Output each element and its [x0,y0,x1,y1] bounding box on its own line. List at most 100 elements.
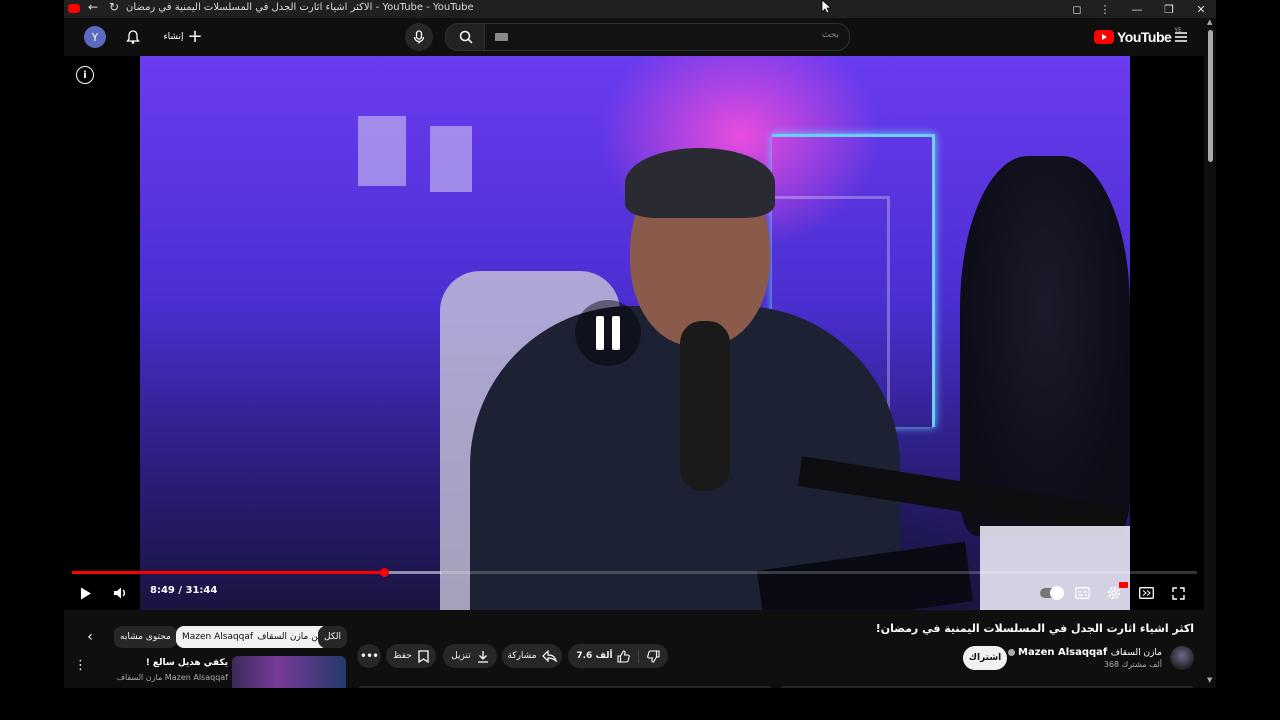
play-icon [81,587,91,599]
more-icon[interactable]: ⋮ [1090,0,1120,18]
create-button[interactable]: إنشاء + [160,26,206,48]
like-button[interactable]: 7.6 ألف [576,649,639,663]
mouse-cursor-icon [821,0,831,14]
progress-bar[interactable] [72,568,1197,577]
chip-similar[interactable]: محتوى مشابه [114,626,177,648]
search-placeholder: بحث [821,30,839,40]
subscribe-label: اشتراك [968,653,1002,663]
download-button[interactable]: تنزيل [443,644,497,668]
chip-from-channel-label-en: Mazen Alsaqqaf [182,632,254,642]
thumbs-down-icon [646,649,660,663]
youtube-logo-icon [1094,30,1114,44]
time-separator: / [174,585,186,596]
recommendation-title: يكفي هديل سالع ! [145,658,228,668]
chip-from-channel-label: من مازن السقاف [257,632,323,642]
video-title: اكثر اشياء اثارت الجدل في المسلسلات اليم… [875,622,1194,635]
youtube-app: Y إنشاء + بحث YouTube YE i 8:49 / 31:44 … [64,18,1216,688]
video-player[interactable]: i 8:49 / 31:44 [64,56,1206,610]
volume-icon [114,587,125,599]
avatar[interactable]: Y [84,26,106,48]
autoplay-toggle[interactable] [1038,581,1064,605]
info-icon[interactable]: i [76,66,94,84]
autoplay-toggle-track [1040,586,1064,600]
youtube-favicon-icon [68,4,80,13]
chip-all-label: الكل [324,632,342,642]
create-label: إنشاء [163,32,184,42]
chip-all[interactable]: الكل [318,626,348,648]
plus-icon: + [187,26,203,47]
save-button[interactable]: حفظ [386,644,436,668]
share-button[interactable]: مشاركة [502,644,562,668]
channel-name-ar: مازن السقاف [1110,648,1162,658]
dislike-button[interactable] [639,649,660,663]
mic-icon [413,30,425,44]
extension-icon[interactable]: ◻ [1062,0,1092,18]
recommendation-item[interactable]: ⋮ يكفي هديل سالع ! مازن السقاف Mazen Als… [72,656,348,688]
search-button[interactable] [445,23,487,51]
guide-menu-icon[interactable] [1170,26,1192,48]
search-input[interactable]: بحث [484,23,850,51]
channel-name: Mazen Alsaqqaf [1018,647,1108,658]
current-time: 8:49 [150,585,175,596]
person-hair [625,148,775,218]
save-label: حفظ [393,651,412,661]
miniplayer-button[interactable] [1136,581,1156,605]
duration: 31:44 [185,585,218,596]
thumbs-up-icon [617,649,630,663]
window-title: الاكثر اشياء اثارت الجدل في المسلسلات ال… [126,2,474,13]
scroll-down-arrow-icon[interactable]: ▼ [1207,676,1212,684]
channel-name-row: Mazen Alsaqqaf مازن السقاف [1007,647,1162,658]
recommendation-channel: مازن السقاف Mazen Alsaqqaf [116,673,228,682]
below-player: ‹ محتوى مشابه Mazen Alsaqqaf من مازن الس… [64,610,1206,688]
pause-indicator[interactable] [575,300,641,366]
recommendation-thumbnail[interactable] [232,656,346,688]
time-display: 8:49 / 31:44 [150,585,217,596]
like-dislike-group: 7.6 ألف [568,644,668,668]
voice-search-button[interactable] [405,23,433,51]
comments-box-edge [780,686,1194,688]
progress-played [72,571,385,574]
chip-similar-label: محتوى مشابه [120,632,171,642]
scroll-up-arrow-icon[interactable]: ▲ [1207,18,1212,26]
restore-icon[interactable]: ❐ [1154,0,1184,18]
reload-icon[interactable]: ↻ [109,0,119,14]
autoplay-toggle-knob [1050,586,1064,600]
like-count: 7.6 ألف [576,651,613,661]
notifications-bell-icon[interactable] [122,26,144,48]
mute-button[interactable] [110,581,130,605]
window-title-bar: ← ↻ الاكثر اشياء اثارت الجدل في المسلسلا… [64,0,1216,18]
masthead: Y إنشاء + بحث YouTube YE [64,18,1204,56]
share-label: مشاركة [507,651,537,661]
share-arrow-icon [541,650,557,662]
minimize-icon[interactable]: — [1122,0,1152,18]
back-arrow-icon[interactable]: ← [88,0,98,14]
scroll-thumb[interactable] [1208,30,1213,162]
download-icon [477,650,488,663]
description-box-edge [358,686,772,688]
channel-info[interactable]: Mazen Alsaqqaf مازن السقاف 368 ألف مشترك [1007,647,1162,669]
poster-right [430,126,472,192]
plant [960,156,1130,536]
search-icon [459,30,473,44]
play-button[interactable] [76,581,96,605]
fullscreen-icon [1171,586,1185,600]
subtitles-icon [1074,587,1090,599]
logo-text: YouTube [1117,29,1172,45]
fullscreen-button[interactable] [1168,581,1188,605]
subscribe-button[interactable]: اشتراك [963,646,1007,670]
page-scrollbar[interactable]: ▲ ▼ [1204,18,1216,688]
pause-icon [596,316,620,350]
settings-button[interactable] [1104,581,1128,605]
download-label: تنزيل [451,651,471,661]
recommendation-more-icon[interactable]: ⋮ [74,658,87,673]
chip-from-channel[interactable]: Mazen Alsaqqaf من مازن السقاف [176,626,329,648]
chips-prev-arrow-icon[interactable]: ‹ [82,626,98,648]
subtitles-button[interactable] [1072,581,1092,605]
microphone [680,321,730,491]
keyboard-icon[interactable] [495,33,508,41]
more-actions-button[interactable]: ••• [357,644,381,668]
avatar-letter: Y [91,30,99,44]
close-icon[interactable]: ✕ [1186,0,1216,18]
channel-avatar[interactable] [1170,646,1194,670]
youtube-logo[interactable]: YouTube YE [1094,27,1182,47]
